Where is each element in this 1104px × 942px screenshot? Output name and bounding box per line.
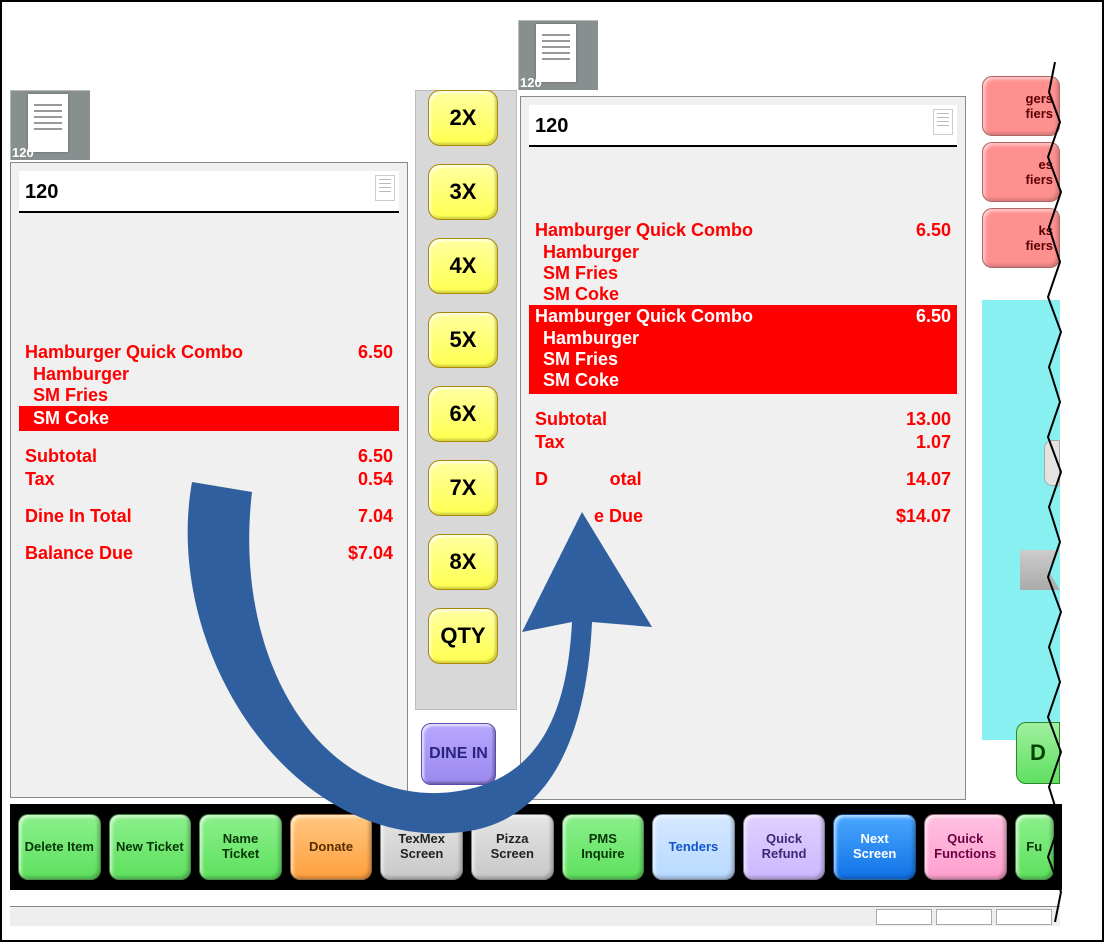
ticket-panel-before: 120 Hamburger Quick Combo 6.50 Hamburger…: [10, 162, 408, 798]
ticket-number: 120: [25, 181, 58, 203]
tax-label: Tax: [535, 432, 565, 453]
total-label: Dine In Total: [25, 506, 132, 527]
tenders-button[interactable]: Tenders: [652, 814, 735, 880]
next-screen-button[interactable]: Next Screen: [833, 814, 916, 880]
total-row: Dine In Total 7.04: [19, 505, 399, 528]
item-sub: SM Fries: [529, 349, 957, 370]
subtotal-value: 6.50: [358, 446, 393, 467]
subtotal-row: Subtotal 13.00: [529, 408, 957, 431]
dine-in-button[interactable]: DINE IN: [421, 723, 496, 785]
name-ticket-button[interactable]: Name Ticket: [199, 814, 282, 880]
line-item[interactable]: Hamburger Quick Combo 6.50: [19, 341, 399, 364]
pms-inquire-button[interactable]: PMS Inquire: [562, 814, 645, 880]
ticket-panel-after: 120 Hamburger Quick Combo 6.50 Hamburger…: [520, 96, 966, 800]
delete-item-button[interactable]: Delete Item: [18, 814, 101, 880]
status-bar: [10, 906, 1060, 926]
balance-row: Balance Due $14.07: [529, 505, 957, 528]
quick-refund-button[interactable]: Quick Refund: [743, 814, 826, 880]
receipt-icon: [933, 109, 953, 135]
balance-label-partial: e: [594, 506, 609, 526]
balance-label: Balance Due: [25, 543, 133, 564]
tax-row: Tax 0.54: [19, 468, 399, 491]
ticket-tab-right-number: 120: [520, 75, 542, 90]
receipt-icon: [375, 175, 395, 201]
item-sub: SM Coke: [529, 370, 957, 394]
donate-button[interactable]: Donate: [290, 814, 373, 880]
tax-value: 0.54: [358, 469, 393, 490]
item-price: 6.50: [916, 306, 951, 327]
item-sub[interactable]: SM Coke: [529, 284, 957, 305]
ticket-tab-right[interactable]: 120: [518, 20, 598, 90]
texmex-screen-button[interactable]: TexMex Screen: [380, 814, 463, 880]
balance-label-partial: Due: [609, 506, 643, 526]
item-name: Hamburger Quick Combo: [535, 220, 753, 241]
total-value: 14.07: [906, 469, 951, 490]
balance-value: $7.04: [348, 543, 393, 564]
tax-row: Tax 1.07: [529, 431, 957, 454]
qty-8x-button[interactable]: 8X: [428, 534, 498, 590]
total-label-partial: otal: [610, 469, 642, 489]
total-row: Dine In Total 14.07: [529, 468, 957, 491]
item-price: 6.50: [358, 342, 393, 363]
total-label-partial: D: [535, 469, 548, 489]
subtotal-label: Subtotal: [25, 446, 97, 467]
qty-2x-button[interactable]: 2X: [428, 90, 498, 146]
subtotal-label: Subtotal: [535, 409, 607, 430]
item-sub[interactable]: SM Fries: [529, 263, 957, 284]
tax-label: Tax: [25, 469, 55, 490]
ticket-number: 120: [535, 115, 568, 137]
qty-6x-button[interactable]: 6X: [428, 386, 498, 442]
balance-row: Balance Due $7.04: [19, 542, 399, 565]
ticket-tab-left[interactable]: 120: [10, 90, 90, 160]
line-item-selected[interactable]: Hamburger Quick Combo 6.50 Hamburger SM …: [529, 305, 957, 394]
item-sub: Hamburger: [529, 328, 957, 349]
receipt-icon: [28, 94, 68, 152]
total-value: 7.04: [358, 506, 393, 527]
ticket-tab-left-number: 120: [12, 145, 34, 160]
receipt-icon: [536, 24, 576, 82]
subtotal-row: Subtotal 6.50: [19, 445, 399, 468]
line-item[interactable]: Hamburger Quick Combo 6.50: [529, 219, 957, 242]
item-sub[interactable]: SM Fries: [19, 385, 399, 406]
item-name: Hamburger Quick Combo: [25, 342, 243, 363]
item-name: Hamburger Quick Combo: [535, 306, 753, 327]
balance-value: $14.07: [896, 506, 951, 527]
quick-functions-button[interactable]: Quick Functions: [924, 814, 1007, 880]
qty-multiplier-column: 2X 3X 4X 5X 6X 7X 8X QTY: [428, 90, 508, 664]
torn-edge-line: [1046, 62, 1064, 922]
qty-custom-button[interactable]: QTY: [428, 608, 498, 664]
subtotal-value: 13.00: [906, 409, 951, 430]
item-sub-selected[interactable]: SM Coke: [19, 406, 399, 431]
qty-4x-button[interactable]: 4X: [428, 238, 498, 294]
new-ticket-button[interactable]: New Ticket: [109, 814, 192, 880]
qty-3x-button[interactable]: 3X: [428, 164, 498, 220]
qty-7x-button[interactable]: 7X: [428, 460, 498, 516]
pizza-screen-button[interactable]: Pizza Screen: [471, 814, 554, 880]
tax-value: 1.07: [916, 432, 951, 453]
item-sub[interactable]: Hamburger: [19, 364, 399, 385]
item-sub[interactable]: Hamburger: [529, 242, 957, 263]
bottom-toolbar: Delete Item New Ticket Name Ticket Donat…: [10, 804, 1062, 890]
item-price: 6.50: [916, 220, 951, 241]
qty-5x-button[interactable]: 5X: [428, 312, 498, 368]
